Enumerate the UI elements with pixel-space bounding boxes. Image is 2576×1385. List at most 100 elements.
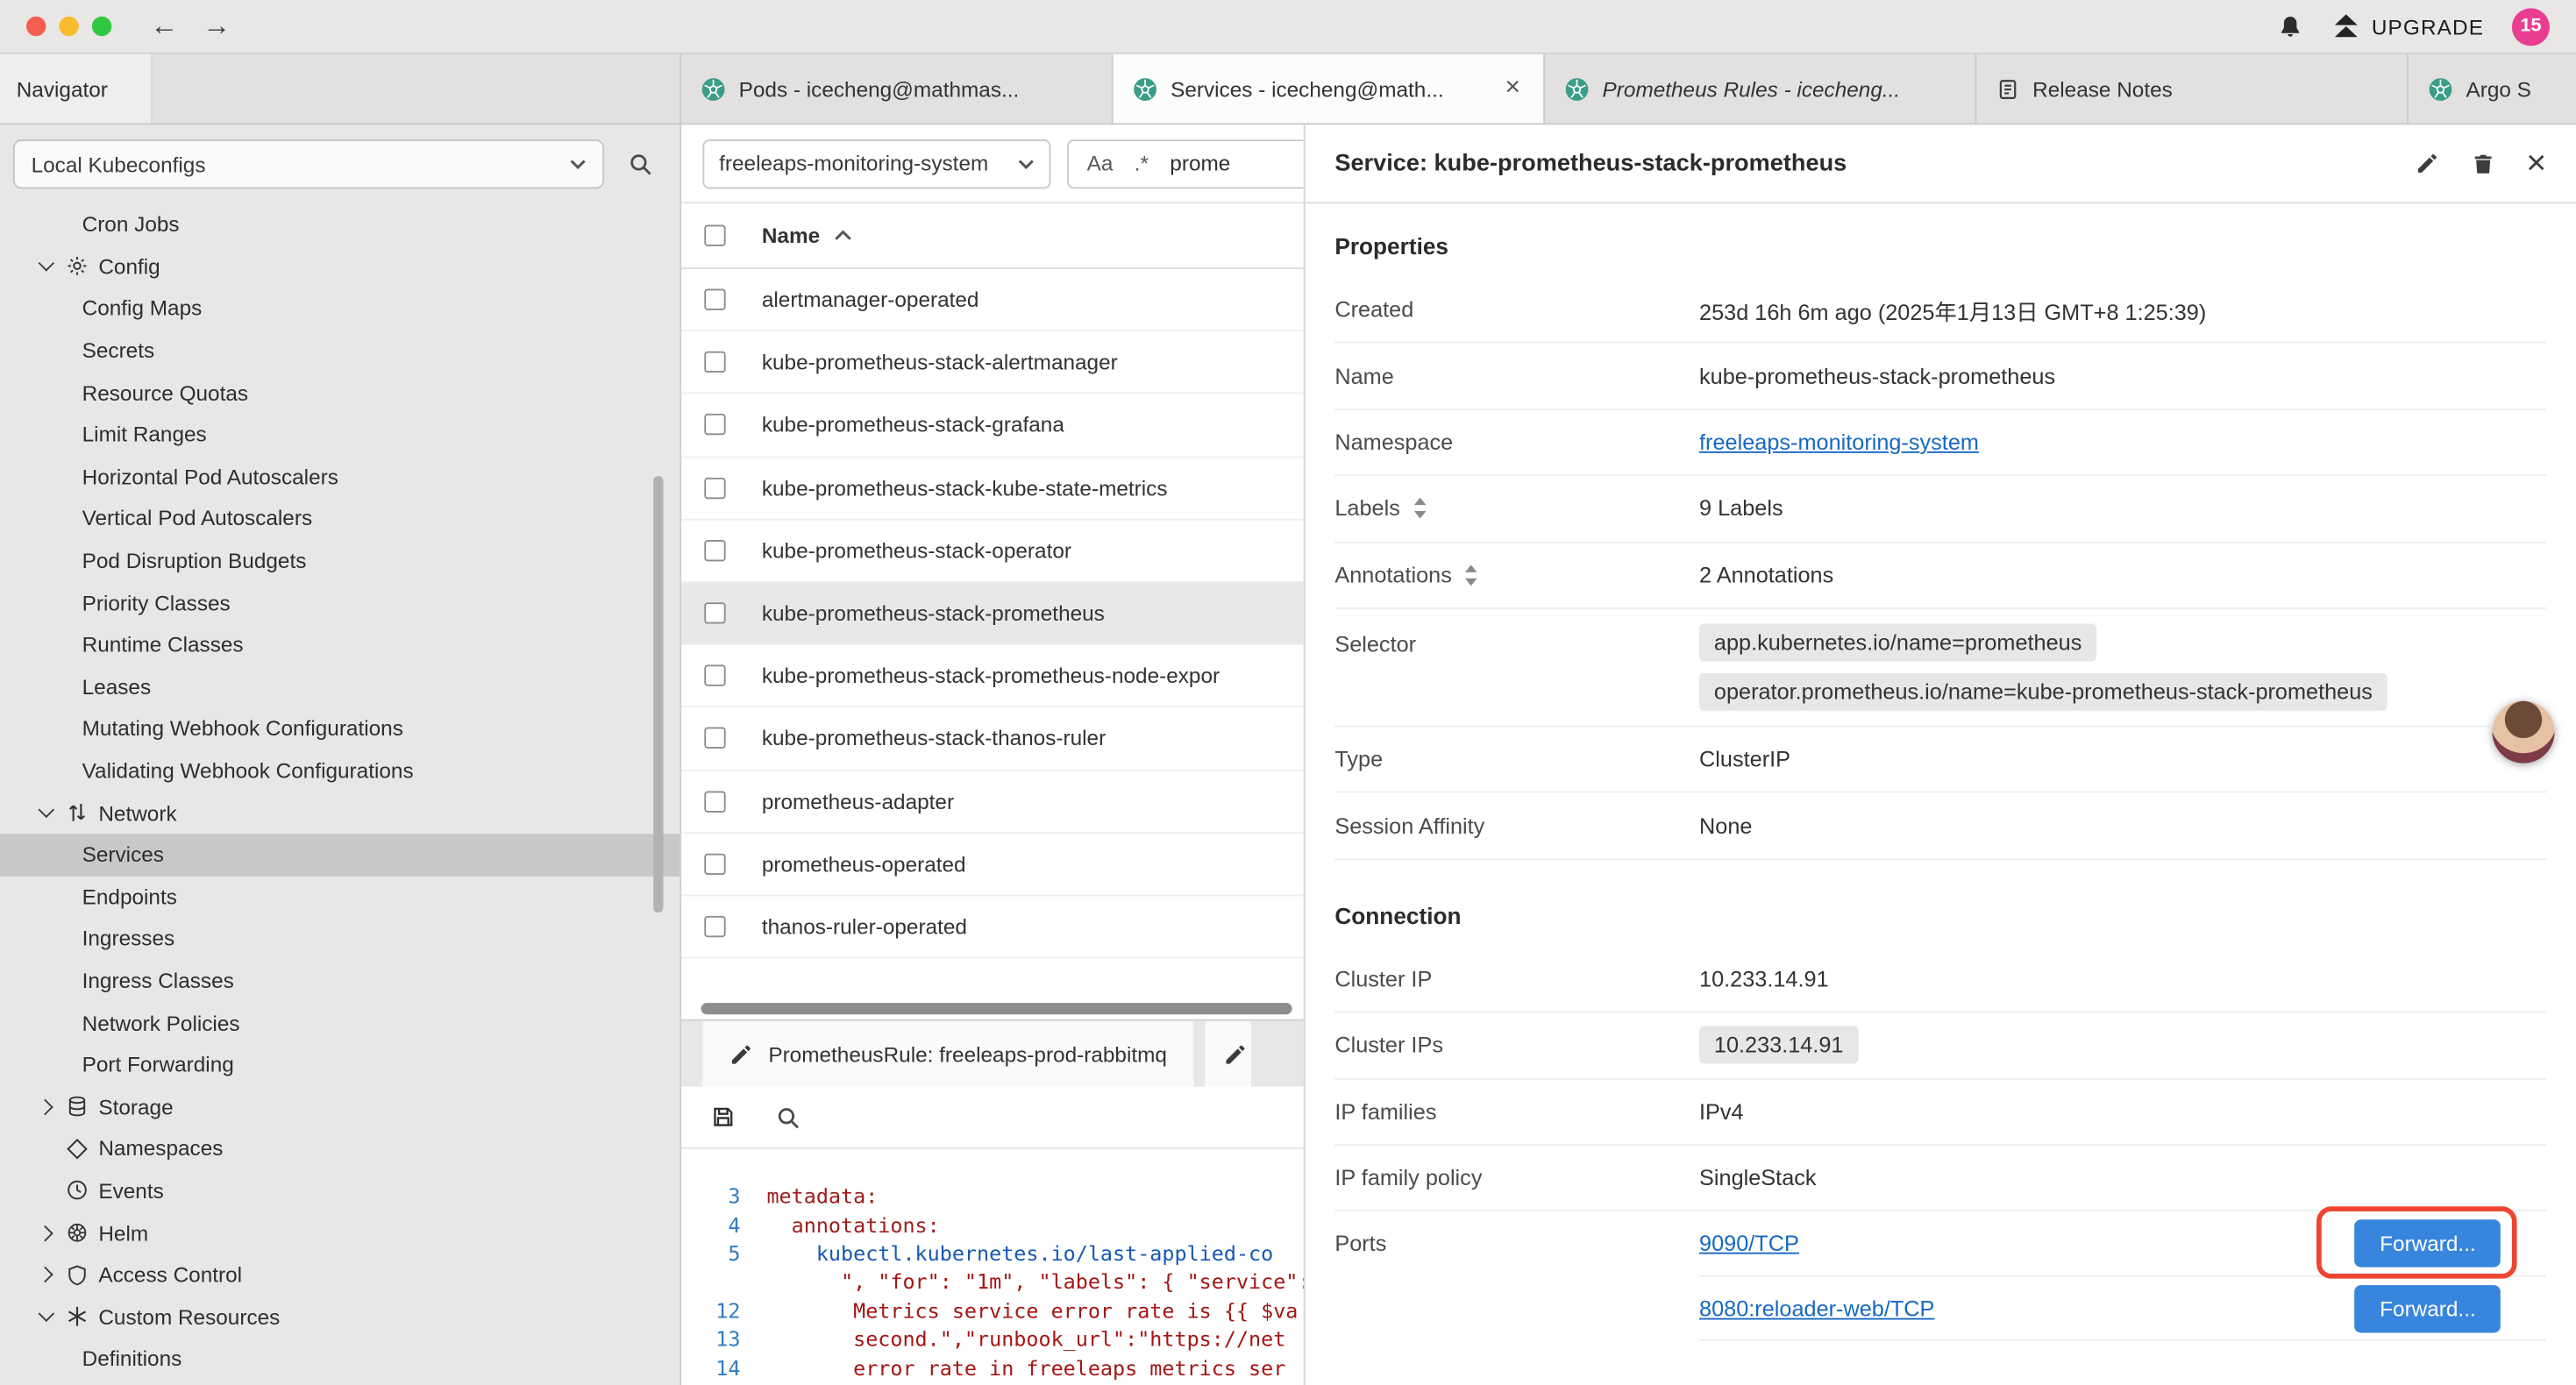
forward-button[interactable]: Forward...: [2355, 1219, 2501, 1267]
regex-toggle[interactable]: .*: [1135, 151, 1149, 175]
name-column-header[interactable]: Name: [762, 224, 853, 248]
tab-argo-s[interactable]: Argo S: [2409, 54, 2576, 124]
table-row[interactable]: prometheus-adapter: [681, 771, 1304, 834]
back-button[interactable]: ←: [145, 10, 184, 42]
close-tab-icon[interactable]: ×: [1502, 74, 1524, 103]
sidebar-item-network-policies[interactable]: Network Policies: [0, 1002, 680, 1044]
sidebar-item-namespaces[interactable]: Namespaces: [0, 1128, 680, 1170]
forward-button[interactable]: →: [197, 10, 237, 42]
close-window-button[interactable]: [26, 17, 46, 36]
sort-updown-icon[interactable]: [1463, 565, 1480, 586]
sidebar-item-resource-quotas[interactable]: Resource Quotas: [0, 372, 680, 414]
tab-pods-icecheng-mathmas[interactable]: Pods - icecheng@mathmas...: [681, 54, 1113, 124]
table-row[interactable]: prometheus-operated: [681, 834, 1304, 897]
sidebar-item-storage[interactable]: Storage: [0, 1086, 680, 1128]
sidebar-item-custom-resources[interactable]: Custom Resources: [0, 1296, 680, 1338]
delete-icon[interactable]: [2471, 150, 2495, 176]
expand-chevron-icon[interactable]: [37, 1267, 53, 1283]
row-checkbox[interactable]: [704, 352, 725, 373]
match-case-toggle[interactable]: Aa: [1087, 151, 1114, 175]
sidebar-item-helm[interactable]: Helm: [0, 1211, 680, 1254]
expand-chevron-icon[interactable]: [37, 1225, 53, 1241]
sidebar-item-cron-jobs[interactable]: Cron Jobs: [0, 203, 680, 245]
table-search-input[interactable]: Aa .* prome: [1067, 138, 1304, 188]
collapse-chevron-icon[interactable]: [39, 1305, 55, 1322]
port-row: 8080:reloader-web/TCP Forward...: [1699, 1276, 2546, 1341]
row-checkbox[interactable]: [704, 415, 725, 436]
save-icon[interactable]: [711, 1104, 736, 1129]
editor-search-icon[interactable]: [775, 1104, 801, 1130]
row-checkbox[interactable]: [704, 791, 725, 812]
sidebar-item-definitions[interactable]: Definitions: [0, 1338, 680, 1380]
kubeconfig-selector[interactable]: Local Kubeconfigs: [13, 139, 604, 188]
sidebar-item-validating-webhook-configurations[interactable]: Validating Webhook Configurations: [0, 749, 680, 792]
dock-tab[interactable]: [1205, 1021, 1250, 1087]
table-row[interactable]: kube-prometheus-stack-thanos-ruler: [681, 708, 1304, 771]
tab-release-notes[interactable]: Release Notes: [1976, 54, 2408, 124]
dock-tab-prometheusrule-freeleaps-prod-rabbitmq[interactable]: PrometheusRule: freeleaps-prod-rabbitmq: [702, 1021, 1192, 1087]
sidebar-item-leases[interactable]: Leases: [0, 665, 680, 707]
sidebar-item-access-control[interactable]: Access Control: [0, 1254, 680, 1296]
table-row[interactable]: kube-prometheus-stack-operator: [681, 520, 1304, 583]
upgrade-button[interactable]: UPGRADE: [2330, 13, 2484, 39]
namespace-filter-dropdown[interactable]: freeleaps-monitoring-system: [702, 138, 1050, 188]
minimize-window-button[interactable]: [59, 17, 78, 36]
horizontal-scrollbar[interactable]: [701, 1003, 1292, 1014]
sidebar-item-priority-classes[interactable]: Priority Classes: [0, 582, 680, 624]
tab-prometheus-rules-icecheng[interactable]: Prometheus Rules - icecheng...: [1545, 54, 1976, 124]
sidebar-item-runtime-classes[interactable]: Runtime Classes: [0, 623, 680, 665]
row-value-text: 9 Labels: [1699, 496, 2546, 521]
row-checkbox[interactable]: [704, 602, 725, 623]
sidebar-item-services[interactable]: Services: [0, 834, 680, 876]
port-link[interactable]: 9090/TCP: [1699, 1231, 1799, 1255]
select-all-checkbox[interactable]: [704, 225, 725, 246]
namespace-link[interactable]: freeleaps-monitoring-system: [1699, 430, 2546, 455]
sidebar-scrollbar[interactable]: [653, 476, 663, 913]
forward-button[interactable]: Forward...: [2355, 1284, 2501, 1332]
sidebar-item-events[interactable]: Events: [0, 1169, 680, 1211]
sidebar-item-limit-ranges[interactable]: Limit Ranges: [0, 414, 680, 456]
port-link[interactable]: 8080:reloader-web/TCP: [1699, 1296, 1934, 1320]
sidebar-item-config-maps[interactable]: Config Maps: [0, 288, 680, 330]
row-checkbox[interactable]: [704, 916, 725, 937]
sort-updown-icon[interactable]: [1412, 498, 1428, 519]
expand-chevron-icon[interactable]: [37, 1098, 53, 1115]
sidebar-item-horizontal-pod-autoscalers[interactable]: Horizontal Pod Autoscalers: [0, 456, 680, 498]
table-row[interactable]: kube-prometheus-stack-grafana: [681, 394, 1304, 458]
table-row[interactable]: kube-prometheus-stack-prometheus: [681, 583, 1304, 646]
sidebar-item-endpoints[interactable]: Endpoints: [0, 876, 680, 918]
yaml-editor[interactable]: 3metadata:4 annotations:5 kubectl.kubern…: [681, 1149, 1304, 1385]
zoom-window-button[interactable]: [92, 17, 111, 36]
user-avatar[interactable]: [2492, 701, 2554, 764]
edit-icon[interactable]: [2415, 151, 2439, 175]
sidebar-item-config[interactable]: Config: [0, 245, 680, 288]
table-row[interactable]: thanos-ruler-operated: [681, 896, 1304, 959]
sidebar-item-secrets[interactable]: Secrets: [0, 330, 680, 372]
notification-count-badge[interactable]: 15: [2512, 7, 2550, 45]
sidebar-item-port-forwarding[interactable]: Port Forwarding: [0, 1044, 680, 1086]
row-checkbox[interactable]: [704, 477, 725, 498]
row-checkbox[interactable]: [704, 665, 725, 686]
row-label: Annotations: [1334, 563, 1699, 587]
row-checkbox[interactable]: [704, 289, 725, 310]
sidebar-item-ingress-classes[interactable]: Ingress Classes: [0, 960, 680, 1002]
sidebar-item-ingresses[interactable]: Ingresses: [0, 918, 680, 960]
sidebar-item-network[interactable]: Network: [0, 792, 680, 834]
sidebar-item-mutating-webhook-configurations[interactable]: Mutating Webhook Configurations: [0, 707, 680, 749]
collapse-chevron-icon[interactable]: [39, 801, 55, 818]
row-checkbox[interactable]: [704, 853, 725, 874]
table-row[interactable]: kube-prometheus-stack-prometheus-node-ex…: [681, 645, 1304, 708]
table-row[interactable]: alertmanager-operated: [681, 269, 1304, 332]
sidebar-item-pod-disruption-budgets[interactable]: Pod Disruption Budgets: [0, 540, 680, 582]
table-row[interactable]: kube-prometheus-stack-alertmanager: [681, 332, 1304, 395]
sidebar-item-vertical-pod-autoscalers[interactable]: Vertical Pod Autoscalers: [0, 498, 680, 540]
collapse-chevron-icon[interactable]: [39, 255, 55, 272]
row-checkbox[interactable]: [704, 728, 725, 749]
close-drawer-icon[interactable]: ×: [2526, 146, 2546, 181]
row-checkbox[interactable]: [704, 540, 725, 561]
tab-services-icecheng-math[interactable]: Services - icecheng@math...×: [1114, 54, 1545, 124]
table-row[interactable]: kube-prometheus-stack-kube-state-metrics: [681, 458, 1304, 521]
navigator-panel-tab[interactable]: Navigator: [0, 54, 152, 124]
notifications-bell-icon[interactable]: [2276, 12, 2302, 40]
sidebar-search-icon[interactable]: [627, 151, 653, 177]
